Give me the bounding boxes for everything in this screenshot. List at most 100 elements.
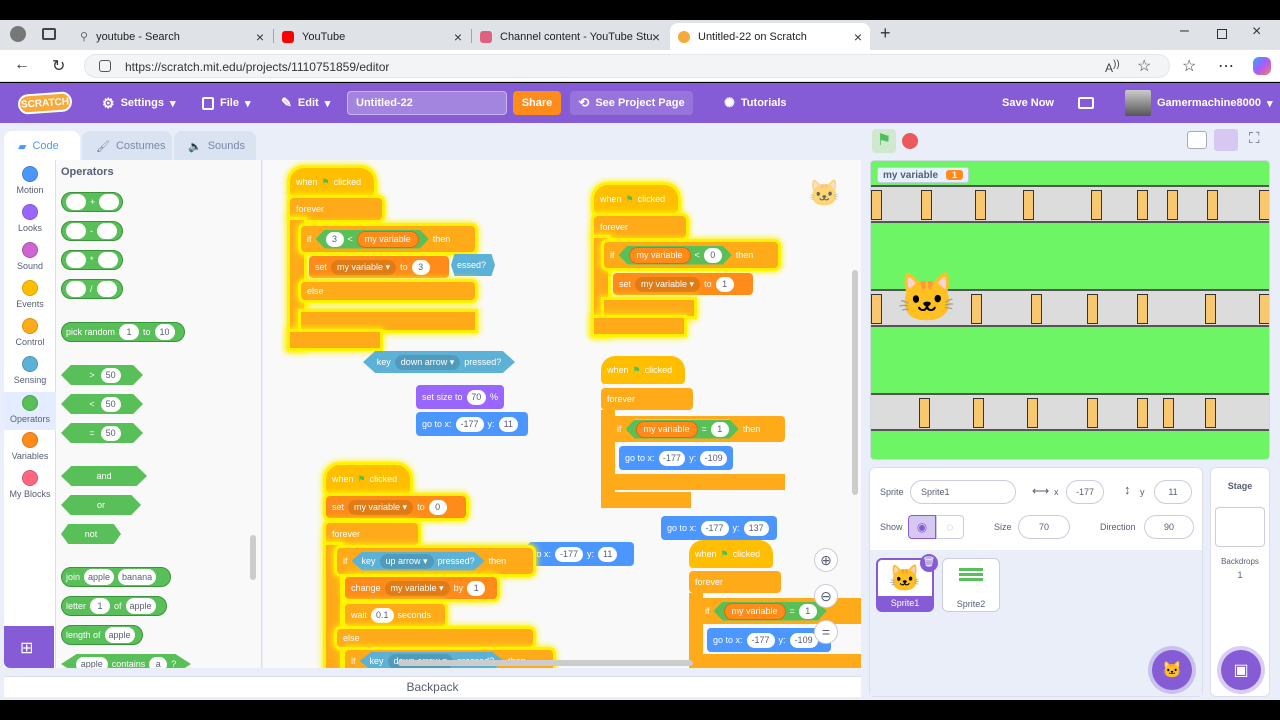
favorites-icon[interactable]: ☆ — [1182, 56, 1196, 76]
y-position-input[interactable]: 11 — [1154, 480, 1192, 504]
sprite-name-input[interactable]: Sprite1 — [910, 480, 1016, 504]
variable-monitor[interactable]: my variable 1 — [877, 167, 970, 183]
x-input[interactable]: -177 — [455, 416, 484, 432]
value-input[interactable]: 3 — [325, 231, 344, 247]
x-input[interactable]: -177 — [746, 632, 775, 648]
category-my-blocks[interactable]: My Blocks — [4, 470, 56, 506]
backpack-bar[interactable]: Backpack — [4, 676, 861, 697]
backdrop-thumbnail[interactable] — [1215, 507, 1265, 547]
or-block[interactable]: or — [61, 495, 141, 515]
green-flag-button[interactable]: ⚑ — [872, 129, 896, 153]
zoom-reset-button[interactable]: = — [814, 620, 838, 644]
forever-block[interactable]: forever — [326, 523, 418, 545]
my-variable-reporter[interactable]: my variable — [635, 420, 698, 438]
key-down-arrow-pressed-block[interactable]: key down arrow ▾ pressed? — [363, 351, 515, 373]
equals-condition[interactable]: my variable = 1 — [713, 601, 827, 621]
forever-block[interactable]: forever — [290, 198, 382, 220]
refresh-icon[interactable]: ↻ — [52, 56, 65, 76]
back-icon[interactable]: ← — [14, 56, 30, 74]
y-input[interactable]: 11 — [598, 546, 618, 562]
pick-to-input[interactable]: 10 — [154, 324, 175, 340]
less-than-block[interactable]: <50 — [61, 394, 143, 414]
length-input[interactable]: apple — [104, 627, 135, 643]
less-than-condition[interactable]: 3 < my variable — [315, 229, 429, 249]
palette-scrollbar[interactable] — [250, 535, 256, 580]
when-flag-clicked-block[interactable]: when ⚑ clicked — [601, 356, 685, 384]
join-input-1[interactable]: apple — [84, 569, 115, 585]
category-events[interactable]: Events — [4, 280, 56, 316]
add-extension-button[interactable]: ⊞ — [4, 626, 54, 668]
see-project-page-button[interactable]: ⟲ See Project Page — [570, 91, 693, 115]
my-variable-reporter[interactable]: my variable — [723, 602, 786, 620]
workspace-horizontal-scrollbar[interactable] — [398, 660, 693, 666]
fullscreen-icon[interactable]: ⛶ — [1249, 130, 1260, 147]
choose-sprite-button[interactable]: 🐱 — [1152, 650, 1192, 690]
value-input[interactable]: 1 — [798, 603, 817, 619]
gt-input[interactable]: 50 — [100, 367, 121, 383]
my-variable-reporter[interactable]: my variable — [356, 230, 419, 248]
tab-sounds[interactable]: 🔈 Sounds — [174, 131, 256, 161]
stage-canvas[interactable]: 🐱 my variable 1 — [870, 160, 1270, 460]
contains-block[interactable]: apple contains a ? — [61, 654, 191, 668]
close-tab-icon[interactable]: × — [854, 29, 862, 45]
value-input[interactable]: 0 — [703, 247, 722, 263]
go-to-xy-block[interactable]: go to x: -177 y: 11 — [416, 412, 528, 436]
settings-menu[interactable]: ⚙ Settings ▾ — [102, 83, 176, 123]
multiply-block[interactable]: * — [61, 250, 123, 270]
stop-button[interactable] — [902, 133, 918, 149]
url-field[interactable]: https://scratch.mit.edu/projects/1110751… — [84, 54, 1170, 78]
y-input[interactable]: -109 — [700, 450, 727, 466]
scratch-logo[interactable]: SCRATCH — [17, 91, 73, 115]
favorite-star-icon[interactable]: ☆ — [1137, 56, 1151, 76]
key-dropdown[interactable]: up arrow ▾ — [379, 553, 434, 569]
cat-sprite[interactable]: 🐱 — [897, 269, 957, 326]
if-block[interactable]: if my variable = 1 then — [611, 416, 785, 442]
sprite-thumbnail-sprite1[interactable]: 🐱 Sprite1 🗑 — [876, 554, 938, 612]
copilot-icon[interactable] — [1253, 57, 1271, 75]
divide-block[interactable]: / — [61, 279, 123, 299]
subtract-block[interactable]: - — [61, 221, 123, 241]
when-flag-clicked-block[interactable]: when ⚑ clicked — [326, 465, 410, 493]
tab-youtube-studio[interactable]: Channel content - YouTube Studio × — [472, 23, 668, 50]
value-input[interactable]: 1 — [710, 421, 729, 437]
key-up-arrow-pressed-condition[interactable]: key up arrow ▾ pressed? — [351, 551, 485, 571]
size-input[interactable]: 70 — [466, 389, 486, 405]
value-input[interactable]: 1 — [467, 580, 486, 596]
less-than-condition[interactable]: my variable < 0 — [618, 245, 732, 265]
zoom-in-button[interactable]: ⊕ — [814, 548, 838, 572]
forever-block[interactable]: forever — [689, 571, 781, 593]
y-input[interactable]: 137 — [743, 520, 769, 536]
trash-icon[interactable]: 🗑 — [920, 554, 938, 572]
key-pressed-fragment[interactable]: essed? — [451, 254, 495, 276]
add-block[interactable]: + — [61, 192, 123, 212]
key-dropdown[interactable]: down arrow ▾ — [394, 354, 461, 370]
minimize-icon[interactable]: – — [1180, 22, 1189, 40]
edit-menu[interactable]: ✎ Edit ▾ — [281, 83, 330, 123]
file-menu[interactable]: File ▾ — [202, 83, 250, 123]
if-else-block[interactable]: if 3 < my variable then — [301, 226, 475, 252]
choose-backdrop-button[interactable]: ▣ — [1221, 650, 1261, 690]
set-size-block[interactable]: set size to 70 % — [416, 385, 504, 409]
go-to-xy-block[interactable]: go to x: -177 y: -109 — [707, 628, 831, 652]
tab-youtube[interactable]: YouTube × — [274, 23, 470, 50]
size-input[interactable]: 70 — [1018, 515, 1070, 539]
when-flag-clicked-block[interactable]: when ⚑ clicked — [689, 540, 773, 568]
restore-icon[interactable] — [1217, 29, 1227, 39]
variable-dropdown[interactable]: my variable ▾ — [635, 276, 701, 292]
join-input-2[interactable]: banana — [118, 569, 157, 585]
close-tab-icon[interactable]: × — [256, 29, 264, 45]
category-variables[interactable]: Variables — [4, 432, 56, 468]
account-menu[interactable]: Gamermachine8000 ▾ — [1125, 83, 1272, 123]
value-input[interactable]: 0 — [428, 499, 447, 515]
set-variable-block[interactable]: set my variable ▾ to 1 — [613, 273, 753, 295]
equals-condition[interactable]: my variable = 1 — [625, 419, 739, 439]
when-flag-clicked-block[interactable]: when ⚑ clicked — [290, 168, 374, 196]
more-menu-icon[interactable]: ⋯ — [1218, 56, 1234, 76]
greater-than-block[interactable]: >50 — [61, 365, 143, 385]
site-info-icon[interactable] — [99, 60, 111, 72]
save-now-button[interactable]: Save Now — [1002, 83, 1054, 123]
pick-from-input[interactable]: 1 — [119, 324, 140, 340]
change-variable-block[interactable]: change my variable ▾ by 1 — [345, 577, 497, 599]
tab-youtube-search[interactable]: ⚲ youtube - Search × — [72, 23, 272, 50]
equals-block[interactable]: = 50 — [61, 423, 143, 443]
